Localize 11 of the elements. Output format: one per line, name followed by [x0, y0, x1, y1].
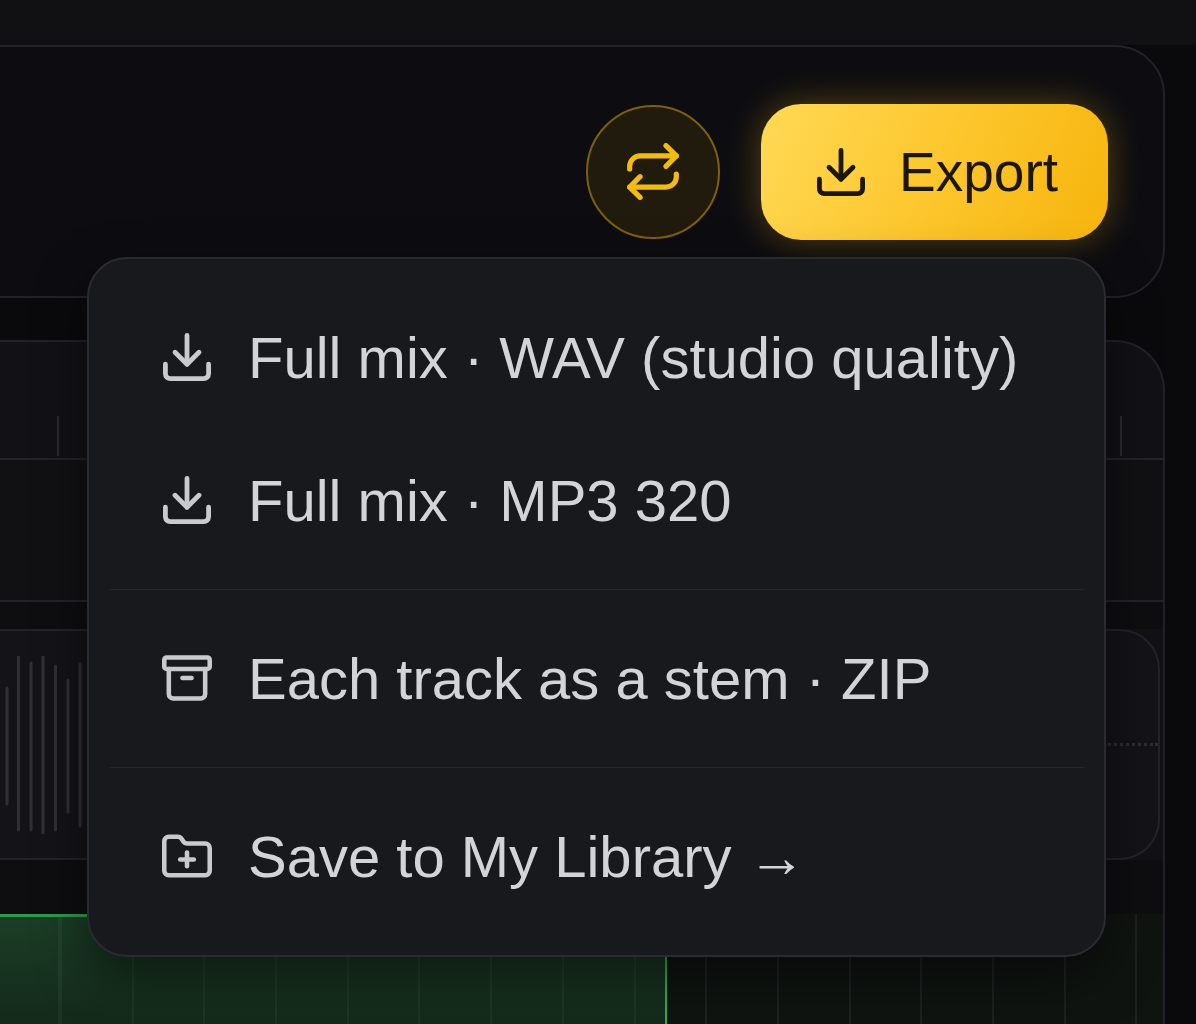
download-icon	[817, 147, 866, 196]
menu-item[interactable]: Save to My Library →	[89, 784, 1104, 928]
repeat-icon	[627, 143, 680, 200]
menu-item[interactable]: Full mix · WAV (studio quality)	[89, 285, 1104, 429]
menu-item[interactable]: Full mix · MP3 320	[89, 428, 1104, 572]
download-icon	[162, 333, 212, 381]
folder-plus-icon	[162, 832, 212, 880]
export-button[interactable]: Export	[761, 103, 1108, 240]
download-icon	[162, 476, 212, 524]
menu-item[interactable]: Each track as a stem · ZIP	[89, 606, 1104, 750]
archive-icon	[162, 654, 212, 702]
